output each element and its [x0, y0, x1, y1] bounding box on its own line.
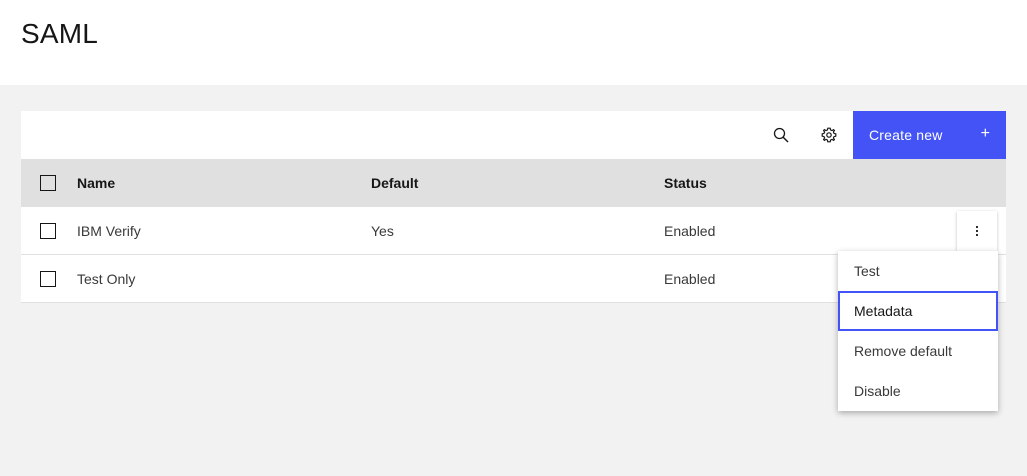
- add-icon: +: [980, 125, 990, 142]
- select-all-checkbox[interactable]: [40, 175, 56, 191]
- cell-status: Enabled: [664, 223, 716, 239]
- overflow-menu-vertical-icon: [975, 225, 979, 237]
- page: SAML Create new + Name Default Status IB…: [0, 0, 1027, 476]
- search-button[interactable]: [757, 111, 805, 159]
- cell-name: IBM Verify: [77, 223, 141, 239]
- table-toolbar: Create new +: [21, 111, 1006, 159]
- column-header-default[interactable]: Default: [371, 159, 418, 207]
- page-title: SAML: [21, 18, 99, 49]
- cell-default: Yes: [371, 223, 394, 239]
- search-icon: [773, 127, 789, 143]
- menu-item-disable[interactable]: Disable: [838, 371, 998, 411]
- create-new-label: Create new: [869, 127, 943, 143]
- table-row: IBM Verify Yes Enabled: [21, 207, 1006, 255]
- column-header-name[interactable]: Name: [77, 159, 115, 207]
- menu-item-remove-default[interactable]: Remove default: [838, 331, 998, 371]
- menu-item-test[interactable]: Test: [838, 251, 998, 291]
- create-new-button[interactable]: Create new +: [853, 111, 1006, 159]
- cell-status: Enabled: [664, 271, 716, 287]
- menu-item-metadata[interactable]: Metadata: [838, 291, 998, 331]
- gear-icon: [821, 127, 837, 143]
- cell-name: Test Only: [77, 271, 136, 287]
- settings-button[interactable]: [805, 111, 853, 159]
- row-checkbox[interactable]: [40, 271, 56, 287]
- row-overflow-menu: Test Metadata Remove default Disable: [838, 251, 998, 411]
- table-header: Name Default Status: [21, 159, 1006, 207]
- row-overflow-button[interactable]: [957, 211, 997, 251]
- column-header-status[interactable]: Status: [664, 159, 707, 207]
- row-checkbox[interactable]: [40, 223, 56, 239]
- page-header: SAML: [0, 0, 1027, 85]
